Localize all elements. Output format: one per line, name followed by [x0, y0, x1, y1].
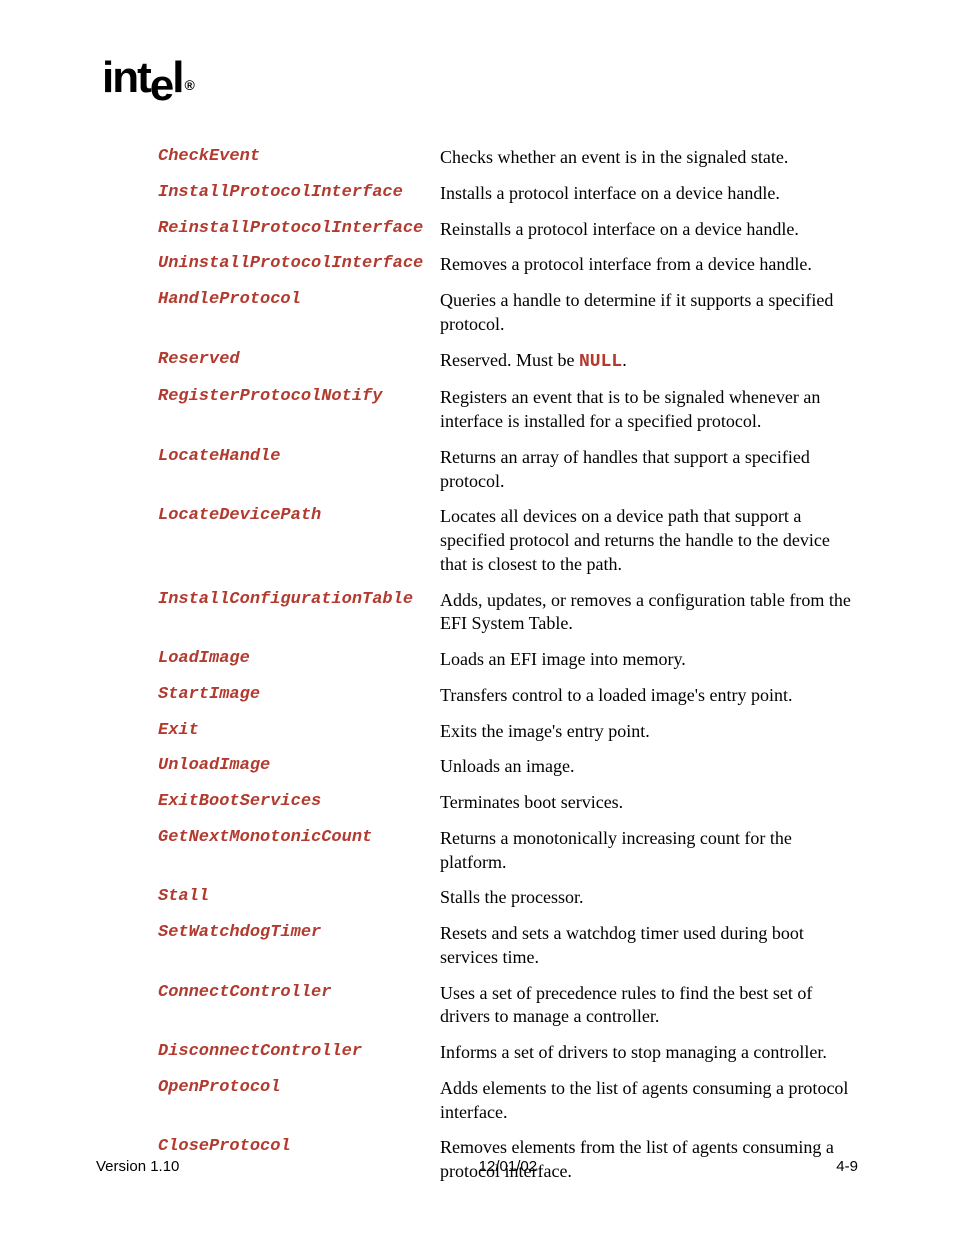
description: Adds, updates, or removes a configuratio…	[440, 589, 858, 637]
description: Returns a monotonically increasing count…	[440, 827, 858, 875]
definition-row: HandleProtocol Queries a handle to deter…	[158, 289, 858, 337]
term: UnloadImage	[158, 755, 440, 778]
page-footer: Version 1.10 12/01/02 4-9	[96, 1158, 858, 1175]
definition-row: Stall Stalls the processor.	[158, 886, 858, 910]
term: DisconnectController	[158, 1041, 440, 1064]
footer-page-number: 4-9	[836, 1158, 858, 1175]
definition-row: CheckEvent Checks whether an event is in…	[158, 146, 858, 170]
description: Terminates boot services.	[440, 791, 858, 815]
term: ReinstallProtocolInterface	[158, 218, 440, 241]
definition-row: LocateHandle Returns an array of handles…	[158, 446, 858, 494]
term: SetWatchdogTimer	[158, 922, 440, 945]
description: Returns an array of handles that support…	[440, 446, 858, 494]
definition-row: LoadImage Loads an EFI image into memory…	[158, 648, 858, 672]
logo-trademark: ®	[184, 77, 192, 93]
footer-version: Version 1.10	[96, 1158, 179, 1175]
description: Informs a set of drivers to stop managin…	[440, 1041, 858, 1065]
term: CloseProtocol	[158, 1136, 440, 1159]
footer-date: 12/01/02	[479, 1158, 537, 1175]
description: Checks whether an event is in the signal…	[440, 146, 858, 170]
term: Reserved	[158, 349, 440, 372]
description: Queries a handle to determine if it supp…	[440, 289, 858, 337]
term: StartImage	[158, 684, 440, 707]
definition-row: DisconnectController Informs a set of dr…	[158, 1041, 858, 1065]
term: OpenProtocol	[158, 1077, 440, 1100]
definition-row: InstallConfigurationTable Adds, updates,…	[158, 589, 858, 637]
term: ExitBootServices	[158, 791, 440, 814]
definition-row: GetNextMonotonicCount Returns a monotoni…	[158, 827, 858, 875]
definition-row: OpenProtocol Adds elements to the list o…	[158, 1077, 858, 1125]
description: Stalls the processor.	[440, 886, 858, 910]
definition-row: StartImage Transfers control to a loaded…	[158, 684, 858, 708]
definition-row: InstallProtocolInterface Installs a prot…	[158, 182, 858, 206]
term: LocateDevicePath	[158, 505, 440, 528]
description: Unloads an image.	[440, 755, 858, 779]
description: Transfers control to a loaded image's en…	[440, 684, 858, 708]
description: Reserved. Must be NULL.	[440, 349, 858, 375]
definition-row: LocateDevicePath Locates all devices on …	[158, 505, 858, 576]
description: Resets and sets a watchdog timer used du…	[440, 922, 858, 970]
definition-row: UnloadImage Unloads an image.	[158, 755, 858, 779]
term: Stall	[158, 886, 440, 909]
definition-row: ExitBootServices Terminates boot service…	[158, 791, 858, 815]
term: Exit	[158, 720, 440, 743]
description: Locates all devices on a device path tha…	[440, 505, 858, 576]
description: Registers an event that is to be signale…	[440, 386, 858, 434]
description: Reinstalls a protocol interface on a dev…	[440, 218, 858, 242]
definition-row: ReinstallProtocolInterface Reinstalls a …	[158, 218, 858, 242]
description: Adds elements to the list of agents cons…	[440, 1077, 858, 1125]
intel-logo: intel®	[102, 56, 858, 100]
logo-text: intel	[102, 53, 182, 110]
definition-row: ConnectController Uses a set of preceden…	[158, 982, 858, 1030]
term: InstallProtocolInterface	[158, 182, 440, 205]
description: Installs a protocol interface on a devic…	[440, 182, 858, 206]
term: CheckEvent	[158, 146, 440, 169]
description: Loads an EFI image into memory.	[440, 648, 858, 672]
document-page: intel® CheckEvent Checks whether an even…	[0, 0, 954, 1235]
definition-row: UninstallProtocolInterface Removes a pro…	[158, 253, 858, 277]
term: GetNextMonotonicCount	[158, 827, 440, 850]
description: Uses a set of precedence rules to find t…	[440, 982, 858, 1030]
term: LocateHandle	[158, 446, 440, 469]
description: Exits the image's entry point.	[440, 720, 858, 744]
definition-row: Exit Exits the image's entry point.	[158, 720, 858, 744]
term: RegisterProtocolNotify	[158, 386, 440, 409]
definition-row: SetWatchdogTimer Resets and sets a watch…	[158, 922, 858, 970]
null-keyword: NULL	[579, 352, 622, 372]
term: UninstallProtocolInterface	[158, 253, 440, 276]
description: Removes a protocol interface from a devi…	[440, 253, 858, 277]
term: InstallConfigurationTable	[158, 589, 440, 612]
term: LoadImage	[158, 648, 440, 671]
definition-list: CheckEvent Checks whether an event is in…	[158, 146, 858, 1184]
definition-row: RegisterProtocolNotify Registers an even…	[158, 386, 858, 434]
definition-row: Reserved Reserved. Must be NULL.	[158, 349, 858, 375]
term: HandleProtocol	[158, 289, 440, 312]
term: ConnectController	[158, 982, 440, 1005]
